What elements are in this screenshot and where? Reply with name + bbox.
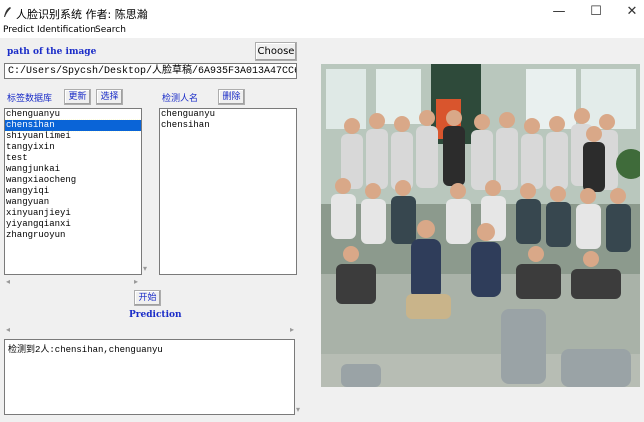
library-list-item[interactable]: wangyuan [5,197,141,208]
scroll-down-arrow[interactable]: ▾ [143,264,147,274]
select-button[interactable]: 选择 [96,89,123,105]
scroll-down-arrow-2[interactable]: ▾ [296,405,300,415]
update-button[interactable]: 更新 [64,89,91,105]
scroll-right-arrow-2[interactable]: ▸ [290,325,294,335]
detected-list-item[interactable]: chenguanyu [160,109,296,120]
detected-list-item[interactable]: chensihan [160,120,296,131]
library-list-item[interactable]: wangxiaocheng [5,175,141,186]
library-list-item[interactable]: shiyuanlimei [5,131,141,142]
scroll-left-arrow[interactable]: ◂ [6,277,10,287]
library-list-item[interactable]: test [5,153,141,164]
library-label: 标签数据库 [7,94,53,104]
library-list-item[interactable]: wangjunkai [5,164,141,175]
choose-button[interactable]: Choose [255,42,297,61]
maximize-button[interactable]: ☐ [578,2,614,22]
library-list-item[interactable]: yiyangqianxi [5,219,141,230]
prediction-label: Prediction [129,310,182,320]
window-title: 人脸识别系统 作者: 陈思瀚 [16,8,148,21]
library-list-item[interactable]: wangyiqi [5,186,141,197]
library-list-item[interactable]: chensihan [5,119,141,132]
minimize-button[interactable]: — [541,2,577,22]
menu-predict[interactable]: Predict [3,25,34,35]
image-path-label: path of the image [7,47,97,57]
group-photo [321,64,640,387]
image-path-field[interactable]: C:/Users/Spycsh/Desktop/人脸草稿/6A935F3A013… [4,63,297,79]
close-button[interactable]: ✕ [614,2,644,22]
start-button[interactable]: 开始 [134,290,161,306]
library-list-item[interactable]: zhangruoyun [5,230,141,241]
feather-icon [4,7,11,17]
library-list-item[interactable]: tangyixin [5,142,141,153]
scroll-right-arrow[interactable]: ▸ [134,277,138,287]
scroll-left-arrow-2[interactable]: ◂ [6,325,10,335]
prediction-result-text[interactable]: 检测到2人:chensihan,chenguanyu [4,339,295,415]
detected-names-label: 检测人名 [162,94,199,104]
library-list-item[interactable]: chenguanyu [5,109,141,120]
detected-names-list[interactable]: chenguanyu chensihan [159,108,297,275]
library-list-item[interactable]: xinyuanjieyi [5,208,141,219]
delete-button[interactable]: 删除 [218,89,245,105]
menu-search[interactable]: Search [95,25,126,35]
label-library-list[interactable]: chenguanyu chensihan shiyuanlimei tangyixin… [4,108,142,275]
menu-identification[interactable]: Identification [37,25,96,35]
